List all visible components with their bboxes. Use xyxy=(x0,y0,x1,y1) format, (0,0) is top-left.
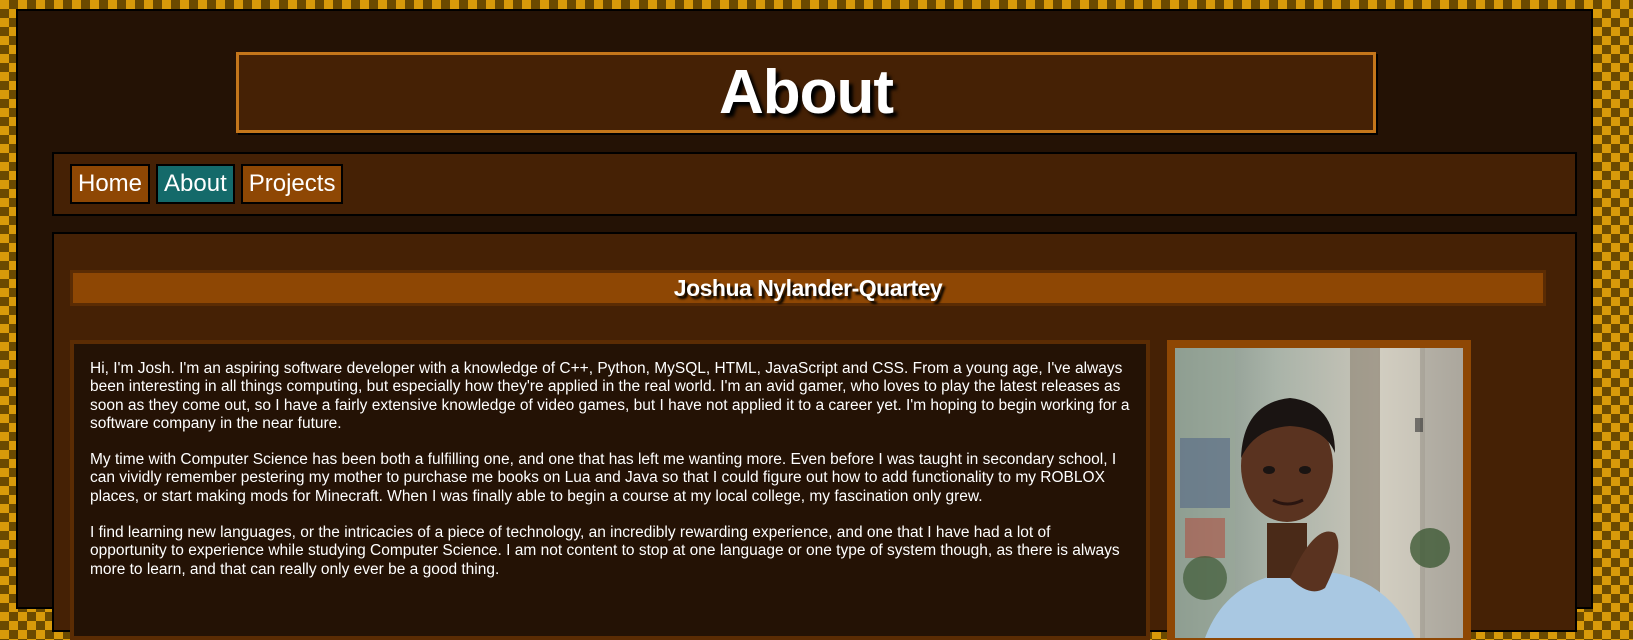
bio-paragraph-2: My time with Computer Science has been b… xyxy=(90,451,1117,505)
profile-photo-frame xyxy=(1167,340,1471,640)
page-container: About Home About Projects Joshua Nylande… xyxy=(16,9,1593,640)
nav-home-button[interactable]: Home xyxy=(70,164,151,204)
profile-photo xyxy=(1175,348,1463,638)
bio-paragraph-3: I find learning new languages, or the in… xyxy=(90,524,1120,578)
page-title: About xyxy=(718,58,894,127)
main-nav: Home About Projects xyxy=(52,152,1577,216)
nav-about-button[interactable]: About xyxy=(156,164,235,204)
bio-paragraph-1: Hi, I'm Josh. I'm an aspiring software d… xyxy=(90,360,1130,432)
page-title-box: About xyxy=(236,52,1376,133)
about-section: Joshua Nylander-Quartey Hi, I'm Josh. I'… xyxy=(52,232,1577,640)
name-banner: Joshua Nylander-Quartey xyxy=(70,270,1546,306)
profile-name: Joshua Nylander-Quartey xyxy=(673,274,943,301)
bio-panel: Hi, I'm Josh. I'm an aspiring software d… xyxy=(70,340,1150,640)
nav-projects-button[interactable]: Projects xyxy=(240,164,344,204)
